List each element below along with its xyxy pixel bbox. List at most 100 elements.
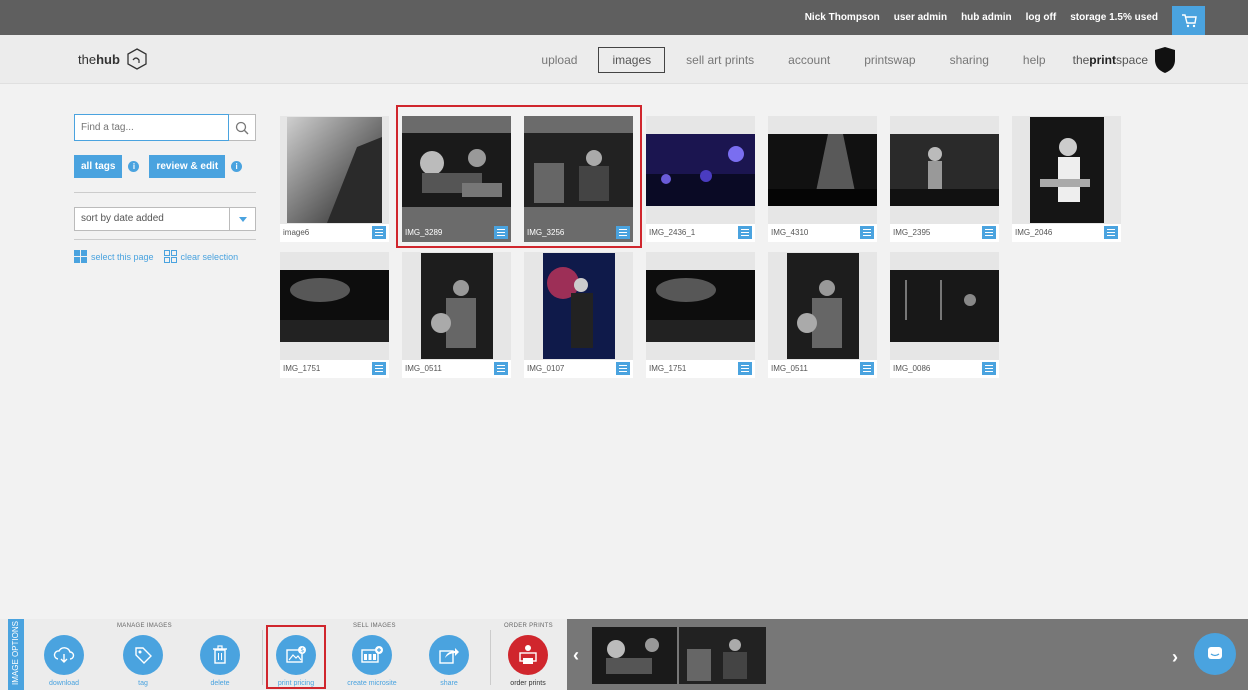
image-thumbnail[interactable]	[280, 116, 389, 224]
image-caption: IMG_2436_1	[649, 228, 696, 237]
tag-mode-row: all tags i review & edit i	[74, 155, 256, 178]
image-thumbnail[interactable]	[768, 252, 877, 360]
image-caption: IMG_2046	[1015, 228, 1053, 237]
delete-button[interactable]: delete	[190, 635, 250, 687]
nav-help[interactable]: help	[1010, 48, 1059, 72]
order-prints-button[interactable]: order prints	[498, 635, 558, 687]
image-caption: image6	[283, 228, 310, 237]
image-caption: IMG_1751	[283, 364, 321, 373]
trash-icon	[213, 645, 227, 664]
order-prints-circle[interactable]	[508, 635, 548, 675]
share-circle[interactable]	[429, 635, 469, 675]
tag-search	[74, 114, 256, 141]
image-tile[interactable]: IMG_1751	[646, 252, 755, 378]
image-menu-icon[interactable]	[982, 226, 996, 239]
image-thumbnail[interactable]	[768, 116, 877, 224]
tray-next-arrow[interactable]: ›	[1172, 647, 1178, 668]
image-thumbnail[interactable]	[890, 116, 999, 224]
image-thumbnail[interactable]	[1012, 116, 1121, 224]
all-tags-button[interactable]: all tags	[74, 155, 123, 178]
order-prints-label: order prints	[510, 680, 546, 687]
image-tile[interactable]: image6	[280, 116, 389, 242]
thehub-logo[interactable]: thehub	[78, 48, 148, 70]
image-caption: IMG_1751	[649, 364, 687, 373]
select-page-link[interactable]: select this page	[74, 250, 154, 263]
image-tile[interactable]: IMG_4310	[768, 116, 877, 242]
download-button[interactable]: download	[34, 635, 94, 687]
toolbar-separator	[262, 630, 263, 685]
share-button[interactable]: share	[419, 635, 479, 687]
image-caption: IMG_0086	[893, 364, 931, 373]
image-thumbnail[interactable]	[280, 252, 389, 360]
nav-images[interactable]: images	[598, 46, 666, 73]
tray-thumbnail[interactable]	[592, 627, 677, 684]
image-tile[interactable]: IMG_0086	[890, 252, 999, 378]
hub-hexagon-icon	[127, 48, 147, 70]
log-off-link[interactable]: log off	[1026, 12, 1057, 23]
brand-suffix: space	[1115, 52, 1148, 67]
image-thumbnail[interactable]	[646, 116, 755, 224]
tag-circle[interactable]	[123, 635, 163, 675]
clear-selection-label: clear selection	[180, 251, 239, 262]
image-options-tab[interactable]: IMAGE OPTIONS	[8, 619, 24, 690]
image-menu-icon[interactable]	[494, 362, 508, 375]
cart-button[interactable]	[1172, 6, 1205, 35]
image-thumbnail[interactable]	[646, 252, 755, 360]
review-edit-info-icon[interactable]: i	[231, 161, 243, 172]
image-tile[interactable]: IMG_2436_1	[646, 116, 755, 242]
image-menu-icon[interactable]	[372, 226, 386, 239]
nav-printswap[interactable]: printswap	[851, 48, 928, 72]
image-menu-icon[interactable]	[982, 362, 996, 375]
image-caption: IMG_0107	[527, 364, 565, 373]
chat-button[interactable]	[1194, 633, 1236, 675]
user-admin-link[interactable]: user admin	[894, 12, 947, 23]
image-menu-icon[interactable]	[860, 226, 874, 239]
hub-admin-link[interactable]: hub admin	[961, 12, 1012, 23]
select-page-label: select this page	[91, 251, 154, 262]
image-caption: IMG_2395	[893, 228, 931, 237]
sort-dropdown-button[interactable]	[230, 207, 256, 231]
image-tile[interactable]: IMG_0107	[524, 252, 633, 378]
nav-sell-art-prints[interactable]: sell art prints	[673, 48, 767, 72]
tray-prev-arrow[interactable]: ‹	[573, 645, 579, 666]
tag-icon	[135, 647, 152, 664]
tag-button[interactable]: tag	[113, 635, 173, 687]
user-name-link[interactable]: Nick Thompson	[805, 12, 880, 23]
image-tile[interactable]: IMG_2046	[1012, 116, 1121, 242]
image-thumbnail[interactable]	[524, 252, 633, 360]
review-edit-button[interactable]: review & edit	[149, 155, 226, 178]
all-tags-info-icon[interactable]: i	[128, 161, 140, 172]
image-menu-icon[interactable]	[372, 362, 386, 375]
image-thumbnail[interactable]	[890, 252, 999, 360]
tag-search-input[interactable]	[74, 114, 229, 141]
chevron-down-icon	[238, 216, 247, 222]
image-menu-icon[interactable]	[616, 362, 630, 375]
search-button[interactable]	[229, 114, 256, 141]
download-circle[interactable]	[44, 635, 84, 675]
microsite-icon	[361, 646, 383, 663]
clear-selection-icon	[163, 250, 177, 263]
download-label: download	[49, 680, 79, 687]
delete-circle[interactable]	[200, 635, 240, 675]
create-microsite-circle[interactable]	[352, 635, 392, 675]
image-menu-icon[interactable]	[738, 226, 752, 239]
image-menu-icon[interactable]	[738, 362, 752, 375]
share-icon	[439, 648, 459, 664]
main-nav: upload images sell art prints account pr…	[524, 35, 1178, 84]
image-tile[interactable]: IMG_1751	[280, 252, 389, 378]
image-tile[interactable]: IMG_2395	[890, 116, 999, 242]
create-microsite-button[interactable]: create microsite	[342, 635, 402, 687]
image-tile[interactable]: IMG_0511	[768, 252, 877, 378]
nav-account[interactable]: account	[775, 48, 843, 72]
nav-sharing[interactable]: sharing	[937, 48, 1002, 72]
image-menu-icon[interactable]	[1104, 226, 1118, 239]
brand-prefix: the	[1072, 52, 1090, 67]
image-menu-icon[interactable]	[860, 362, 874, 375]
theprintspace-link[interactable]: theprintspace	[1073, 46, 1178, 74]
image-tile[interactable]: IMG_0511	[402, 252, 511, 378]
image-thumbnail[interactable]	[402, 252, 511, 360]
sort-select[interactable]: sort by date added	[74, 207, 256, 231]
nav-upload[interactable]: upload	[528, 48, 590, 72]
clear-selection-link[interactable]: clear selection	[163, 250, 239, 263]
tray-thumbnail[interactable]	[679, 627, 766, 684]
